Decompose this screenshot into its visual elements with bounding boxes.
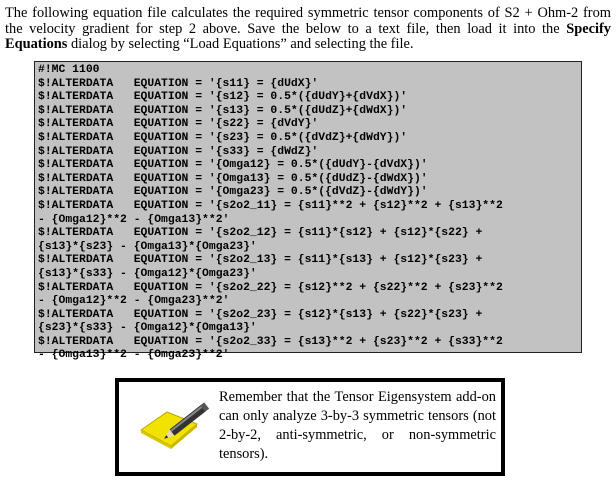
code-line: $!ALTERDATA EQUATION = '{s2o2_11} = {s11… <box>38 199 503 212</box>
code-line: $!ALTERDATA EQUATION = '{s23} = 0.5*({dV… <box>38 131 408 144</box>
code-line: $!ALTERDATA EQUATION = '{s13} = 0.5*({dU… <box>38 104 408 117</box>
note-text: Remember that the Tensor Eigensystem add… <box>219 389 496 462</box>
code-line: $!ALTERDATA EQUATION = '{s12} = 0.5*({dU… <box>38 91 408 104</box>
code-line: - {Omga13}**2 - {Omga23}**2' <box>38 349 230 362</box>
code-line: {s23}*{s33} - {Omga12}*{Omga13}' <box>38 322 257 335</box>
code-line: $!ALTERDATA EQUATION = '{s33} = {dWdZ}' <box>38 145 319 158</box>
notepad-pencil-icon <box>140 402 209 449</box>
equation-code-block: #!MC 1100 $!ALTERDATA EQUATION = '{s11} … <box>34 61 582 361</box>
code-line: $!ALTERDATA EQUATION = '{Omga13} = 0.5*(… <box>38 172 428 185</box>
intro-text: The following equation file calculates t… <box>5 5 611 37</box>
code-line: $!ALTERDATA EQUATION = '{s2o2_23} = {s12… <box>38 308 483 321</box>
code-line: $!ALTERDATA EQUATION = '{Omga12} = 0.5*(… <box>38 159 428 172</box>
code-line: $!ALTERDATA EQUATION = '{s2o2_13} = {s11… <box>38 254 483 267</box>
code-line: $!ALTERDATA EQUATION = '{s22} = {dVdY}' <box>38 118 319 131</box>
code-line: - {Omga12}**2 - {Omga13}**2' <box>38 213 230 226</box>
equation-code: #!MC 1100 $!ALTERDATA EQUATION = '{s11} … <box>38 64 503 363</box>
code-line: #!MC 1100 <box>38 64 100 76</box>
intro-paragraph: The following equation file calculates t… <box>5 5 611 53</box>
code-line: {s13}*{s33} - {Omga12}*{Omga23}' <box>38 267 257 280</box>
code-line: {s13}*{s23} - {Omga13}*{Omga23}' <box>38 240 257 253</box>
note-box: Remember that the Tensor Eigensystem add… <box>115 378 505 476</box>
code-line: $!ALTERDATA EQUATION = '{s2o2_33} = {s13… <box>38 335 503 348</box>
intro-text-end: dialog by selecting “Load Equations” and… <box>67 36 414 52</box>
code-line: $!ALTERDATA EQUATION = '{s2o2_22} = {s12… <box>38 281 503 294</box>
code-line: $!ALTERDATA EQUATION = '{s2o2_12} = {s11… <box>38 227 483 240</box>
code-line: $!ALTERDATA EQUATION = '{Omga23} = 0.5*(… <box>38 186 428 199</box>
code-line: - {Omga12}**2 - {Omga23}**2' <box>38 295 230 308</box>
code-line: $!ALTERDATA EQUATION = '{s11} = {dUdX}' <box>38 77 319 90</box>
